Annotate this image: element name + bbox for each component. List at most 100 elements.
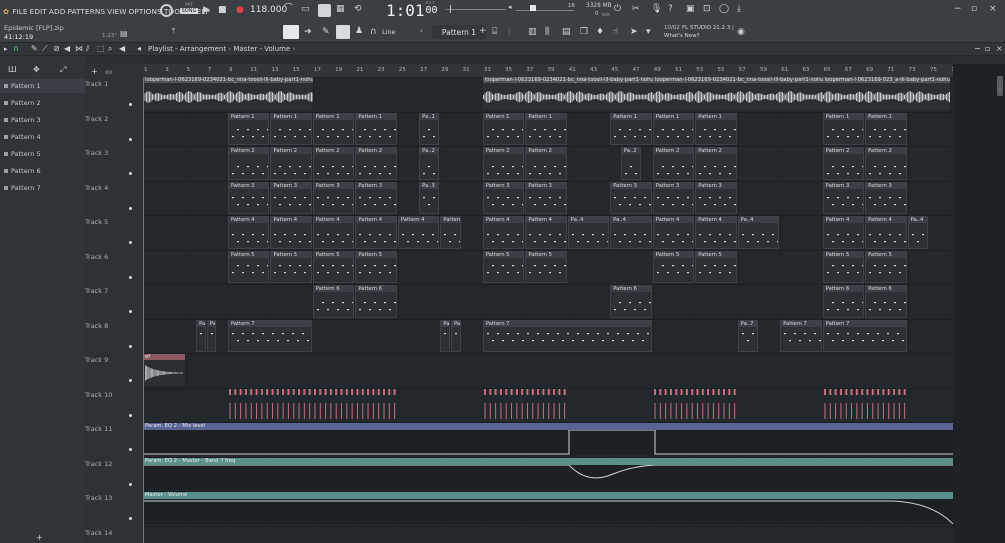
pattern-clip[interactable]: Pattern 4 [525,216,567,249]
pattern-clip[interactable]: Pattern 1 [865,112,907,145]
pattern-clip[interactable]: Pattern 5 [227,250,270,283]
track-select-dot[interactable] [129,448,132,451]
magnet-icon[interactable]: ∩ [370,28,377,37]
render-icon[interactable]: ⊡ [703,5,711,14]
audio-clip[interactable]: looperman-l-0623169-023_a-lil-baby-part1… [822,77,951,110]
track-label[interactable]: Track 11 [85,425,112,433]
step-edit-icon[interactable]: ▦ [336,5,345,14]
zoom-icon[interactable]: ⌕ [108,45,112,53]
pattern-clip[interactable]: Pattern 5 [652,250,695,283]
add-track-icon[interactable]: + [36,534,43,542]
pattern-clip[interactable]: Pattern 6 [355,285,397,318]
track-label[interactable]: Track 3 [85,149,108,157]
pink-note-clip[interactable] [483,388,568,421]
pattern-clip[interactable]: Pattern 7 [822,319,907,352]
news-subtitle[interactable]: What's New? [664,33,700,39]
pattern-clip[interactable]: Pa..4 [907,216,928,249]
touch-icon[interactable]: ☝ [613,28,618,37]
menu-options[interactable]: OPTIONS [129,7,162,16]
track-select-dot[interactable] [129,103,132,106]
track-select-dot[interactable] [129,379,132,382]
pattern-clip[interactable]: Pattern 4 [695,216,737,249]
time-display[interactable]: 1:01 B:S:T 00 [386,1,438,21]
panel-maximize-icon[interactable]: ▫ [985,45,990,53]
pattern-clip[interactable]: Pattern 5 [525,250,567,283]
pattern-clip[interactable]: Pa..4 [610,216,652,249]
minimize-icon[interactable]: − [954,5,962,14]
pitch-icon[interactable]: ⤒ [172,28,175,35]
pattern-clip[interactable]: Pattern 5 [482,250,525,283]
pattern-clip[interactable]: Pattern 2 [227,147,270,180]
track-select-dot[interactable] [129,482,132,486]
pattern-clip[interactable]: Pattern 3 [312,181,355,214]
pattern-clip[interactable]: Pattern 4 [822,216,865,249]
track-select-dot[interactable] [129,517,132,520]
track-select-dot[interactable] [129,206,132,210]
pattern-clip[interactable]: Pattern 3 [865,181,907,214]
stop-icon[interactable]: ■ [218,6,227,15]
track-label[interactable]: Track 9 [85,356,108,364]
pattern-clip[interactable]: Pattern 1 [695,112,737,145]
track-label[interactable]: Track 5 [85,218,108,226]
microphone-icon[interactable]: 🎙 [651,5,662,14]
brush-icon[interactable]: ✎ [322,28,330,37]
pattern-list-item[interactable]: Pattern 7 [4,181,41,195]
pattern-clip[interactable]: Pattern 5 [270,250,312,283]
playlist-grid[interactable]: looperman-l-0623169-0234021-bc_nna-toosi… [143,77,953,543]
pattern-clip[interactable]: Pattern 4 [652,216,695,249]
pattern-selector[interactable]: Pattern 1 [432,25,486,39]
tempo-display[interactable]: 118.000 [250,5,287,15]
menu-edit[interactable]: EDIT [30,7,47,16]
draw-tool-button[interactable] [336,25,350,39]
pattern-clip[interactable]: Pattern 6 [610,285,652,318]
pink-note-clip[interactable] [823,388,908,421]
piano-roll-icon[interactable]: ▥ [528,28,537,37]
pattern-clip[interactable]: Pa..4 [737,216,780,249]
chevron-left-icon[interactable]: ◂ [508,4,512,11]
pattern-clip[interactable]: Pattern 1 [355,112,397,145]
pattern-clip[interactable]: Pattern 5 [355,250,397,283]
pattern-clip[interactable]: Pattern 6 [822,285,865,318]
globe-icon[interactable]: ◉ [737,28,745,37]
pattern-clip[interactable]: Pa..7 [440,319,450,352]
slice-icon[interactable]: ⫽ [86,45,90,53]
pattern-clip[interactable]: Pa..7 [737,319,758,352]
automation-clip[interactable]: Master - Volume [143,492,953,524]
pitch-slider[interactable] [446,5,506,13]
send-icon[interactable]: ➤ [630,28,638,37]
pattern-clip[interactable]: Pattern 2 [865,147,907,180]
pattern-clip[interactable]: Pattern 3 [822,181,865,214]
power-icon[interactable]: ⏻ [614,5,621,14]
track-label[interactable]: Track 1 [85,80,108,88]
audio-clip[interactable]: looperman-l-0623169-0234021-bc_nna-toosi… [652,77,823,110]
pattern-clip[interactable]: Pa..1 [419,112,440,145]
arrow-left-icon[interactable]: ◂ [137,45,141,53]
delete-icon[interactable]: ⊘ [53,45,60,53]
pattern-clip[interactable]: Pattern 3 [525,181,567,214]
resize-icon[interactable]: ⤢ [60,66,66,74]
master-volume-knob[interactable] [160,4,173,17]
countdown-button[interactable] [318,4,331,17]
audio-clip[interactable]: looperman-l-0623169-0234021-bc_nna-toosi… [143,77,313,110]
pattern-clip[interactable]: Pattern 4 [270,216,312,249]
pattern-list-item[interactable]: Pattern 3 [4,113,41,127]
menu-file[interactable]: FILE [12,7,27,16]
stamp-icon[interactable]: ♟ [355,27,363,36]
timeline-ruler[interactable]: 1 3 5 7 9 11 13 15 17 19 21 23 25 27 29 31 33 35 37 39 41 43 4… [143,64,958,77]
pattern-clip[interactable]: Pattern 7 [227,319,312,352]
track-label[interactable]: Track 8 [85,322,108,330]
picker-icon[interactable]: Ш [8,66,17,74]
track-label[interactable]: Track 10 [85,391,112,399]
mute-icon[interactable]: ◀ [64,45,70,53]
track-label[interactable]: Track 2 [85,115,108,123]
add-icon[interactable]: + [91,68,98,76]
chevron-right-icon[interactable]: › [420,28,423,35]
pattern-clip[interactable]: Pattern 2 [822,147,865,180]
arrow-right-icon[interactable]: ➜ [304,28,312,37]
wait-icon[interactable]: ▭ [301,5,310,14]
track-select-dot[interactable] [129,172,132,175]
pattern-clip[interactable]: Pa..7 [196,319,206,352]
panel-minimize-icon[interactable]: − [974,45,981,53]
record-icon[interactable]: ● [236,6,244,15]
pattern-clip[interactable]: Pattern 4 [355,216,397,249]
